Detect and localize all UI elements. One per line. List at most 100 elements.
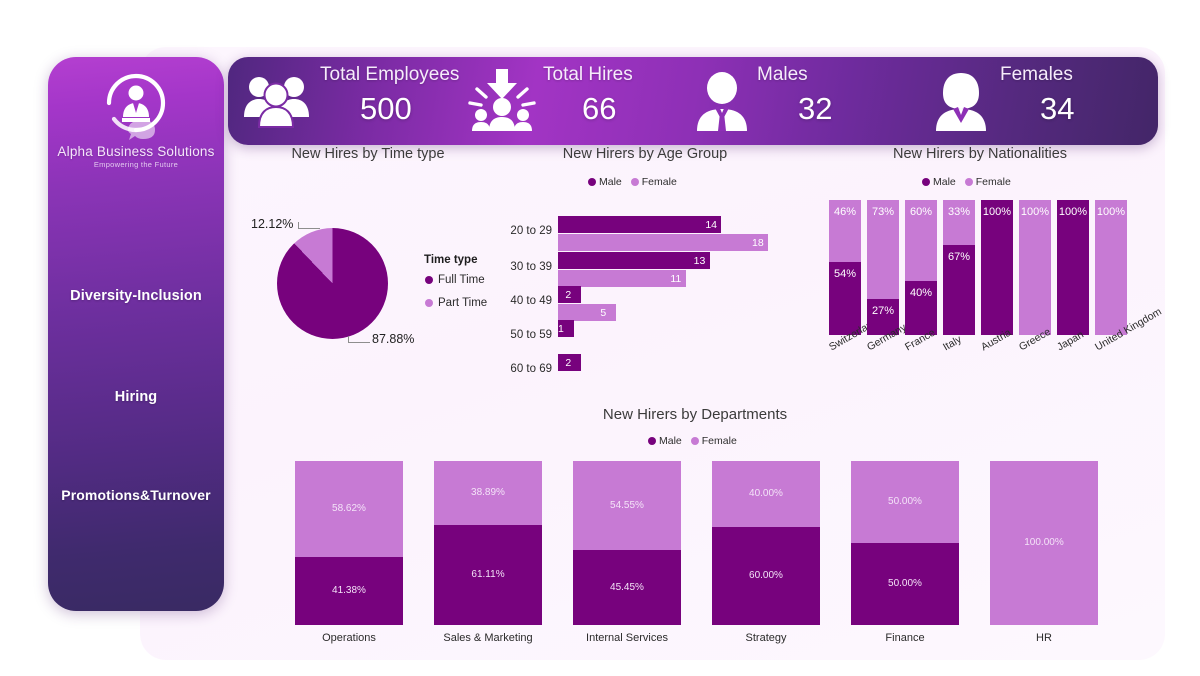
nationality-bottom-percent: 67% <box>947 250 971 263</box>
pie-leader-line-parttime <box>298 228 320 229</box>
nationality-segment-female[interactable] <box>1019 200 1051 335</box>
department-female-percent: 100.00% <box>1024 537 1064 548</box>
pie-legend-item-full-time[interactable]: Full Time <box>425 274 485 286</box>
nationality-bottom-percent: 40% <box>909 287 933 299</box>
hr-hiring-dashboard: Alpha Business Solutions Empowering the … <box>0 0 1200 676</box>
nationality-top-percent: 33% <box>947 206 971 218</box>
age-bar-value: 2 <box>565 289 572 301</box>
group-people-icon <box>242 73 312 134</box>
brand-tagline: Empowering the Future <box>93 160 179 169</box>
time-type-pie-chart[interactable] <box>277 228 388 339</box>
nationality-column[interactable] <box>943 200 975 335</box>
kpi-total-hires[interactable]: Total Hires 66 <box>458 57 673 145</box>
age-bar-male[interactable] <box>558 216 722 233</box>
department-axis-label: Strategy <box>745 632 787 644</box>
age-bar-value: 18 <box>752 237 764 249</box>
kpi-label: Females <box>1000 64 1073 85</box>
department-female-percent: 58.62% <box>332 503 366 515</box>
age-bar-value: 11 <box>670 273 682 285</box>
department-female-percent: 40.00% <box>749 487 783 499</box>
age-bar-female[interactable] <box>558 234 768 251</box>
nationality-column[interactable] <box>1019 200 1051 335</box>
department-column[interactable] <box>573 461 681 625</box>
time-type-chart-title: New Hires by Time type <box>291 146 445 162</box>
nationality-column[interactable] <box>981 200 1013 335</box>
pie-leader-elbow-parttime <box>298 222 299 229</box>
age-bar-female[interactable] <box>558 304 617 321</box>
business-person-circle-icon <box>99 69 173 143</box>
legend-item-male[interactable]: Male <box>648 435 682 447</box>
sidebar-item-hiring[interactable]: Hiring <box>48 389 224 405</box>
brand-name: Alpha Business Solutions <box>57 144 215 159</box>
legend-item-female[interactable]: Female <box>964 176 1011 188</box>
legend-item-male[interactable]: Male <box>922 176 956 188</box>
kpi-males[interactable]: Males 32 <box>673 57 913 145</box>
nationality-column[interactable] <box>1057 200 1089 335</box>
legend-dot-male <box>648 437 656 445</box>
legend-label-female: Female <box>701 435 737 447</box>
legend-label-female: Female <box>975 176 1011 188</box>
age-bar-male[interactable] <box>558 252 710 269</box>
woman-icon <box>928 71 994 138</box>
sidebar-item-diversity-inclusion[interactable]: Diversity-Inclusion <box>48 288 224 304</box>
kpi-label: Males <box>757 64 808 85</box>
departments-legend: Male Female <box>648 435 737 447</box>
department-column[interactable] <box>712 461 820 625</box>
age-bar-value: 5 <box>600 307 607 319</box>
sidebar: Alpha Business Solutions Empowering the … <box>48 57 224 611</box>
nationality-top-percent: 100% <box>1096 206 1126 218</box>
age-bar-female[interactable] <box>558 270 687 287</box>
age-category-label: 20 to 29 <box>510 225 552 237</box>
nationality-column[interactable] <box>1095 200 1127 335</box>
department-female-percent: 54.55% <box>610 499 644 511</box>
nationality-top-percent: 60% <box>909 206 933 218</box>
age-category-label: 50 to 59 <box>510 329 552 341</box>
age-bar-value: 2 <box>565 357 572 369</box>
departments-chart-title: New Hirers by Departments <box>602 406 788 423</box>
sidebar-item-promotions-turnover[interactable]: Promotions&Turnover <box>48 487 224 503</box>
department-axis-label: Operations <box>322 632 376 644</box>
new-hire-arrow-icon <box>466 67 538 138</box>
kpi-females[interactable]: Females 34 <box>908 57 1158 145</box>
kpi-value: 500 <box>360 91 412 126</box>
nationalities-chart-title: New Hirers by Nationalities <box>892 146 1068 162</box>
legend-label-male: Male <box>659 435 682 447</box>
kpi-summary-bar: Total Employees 500 Total Hires 66 Males… <box>228 57 1158 145</box>
legend-dot-male <box>922 178 930 186</box>
pie-leader-line-fulltime <box>348 342 370 343</box>
legend-label-female: Female <box>641 176 677 188</box>
nationality-bottom-percent: 54% <box>833 268 857 281</box>
nationalities-legend: Male Female <box>922 176 1011 188</box>
nationality-top-percent: 73% <box>871 206 895 218</box>
nationality-segment-female[interactable] <box>1095 200 1127 335</box>
department-column[interactable] <box>851 461 959 625</box>
nationality-top-percent: 100% <box>1020 206 1050 218</box>
nationality-segment-male[interactable] <box>981 200 1013 335</box>
department-axis-label: HR <box>1036 632 1052 644</box>
department-female-percent: 38.89% <box>471 486 505 498</box>
legend-dot-female <box>690 437 699 445</box>
nationality-column[interactable] <box>905 200 937 335</box>
department-column[interactable] <box>295 461 403 625</box>
legend-label-part-time: Part Time <box>438 297 488 309</box>
pie-legend-title: Time type <box>424 254 478 266</box>
age-group-legend: Male Female <box>588 176 677 188</box>
pie-label-full-time: 87.88% <box>372 332 415 346</box>
legend-item-male[interactable]: Male <box>588 176 622 188</box>
kpi-label: Total Hires <box>543 64 633 85</box>
legend-dot-full-time <box>425 276 433 284</box>
kpi-value: 34 <box>1040 91 1075 126</box>
department-column[interactable] <box>434 461 542 625</box>
legend-label-male: Male <box>599 176 622 188</box>
nationality-top-percent: 100% <box>982 206 1012 218</box>
nationality-top-percent: 100% <box>1058 206 1088 218</box>
pie-legend-item-part-time[interactable]: Part Time <box>425 297 487 309</box>
department-male-percent: 50.00% <box>888 578 922 589</box>
nationality-segment-male[interactable] <box>1057 200 1089 335</box>
legend-item-female[interactable]: Female <box>690 435 737 447</box>
legend-item-female[interactable]: Female <box>630 176 677 188</box>
age-bar-value: 14 <box>705 219 718 231</box>
nationality-top-percent: 46% <box>833 206 857 218</box>
kpi-total-employees[interactable]: Total Employees 500 <box>228 57 459 145</box>
age-bar-value: 13 <box>693 255 706 267</box>
